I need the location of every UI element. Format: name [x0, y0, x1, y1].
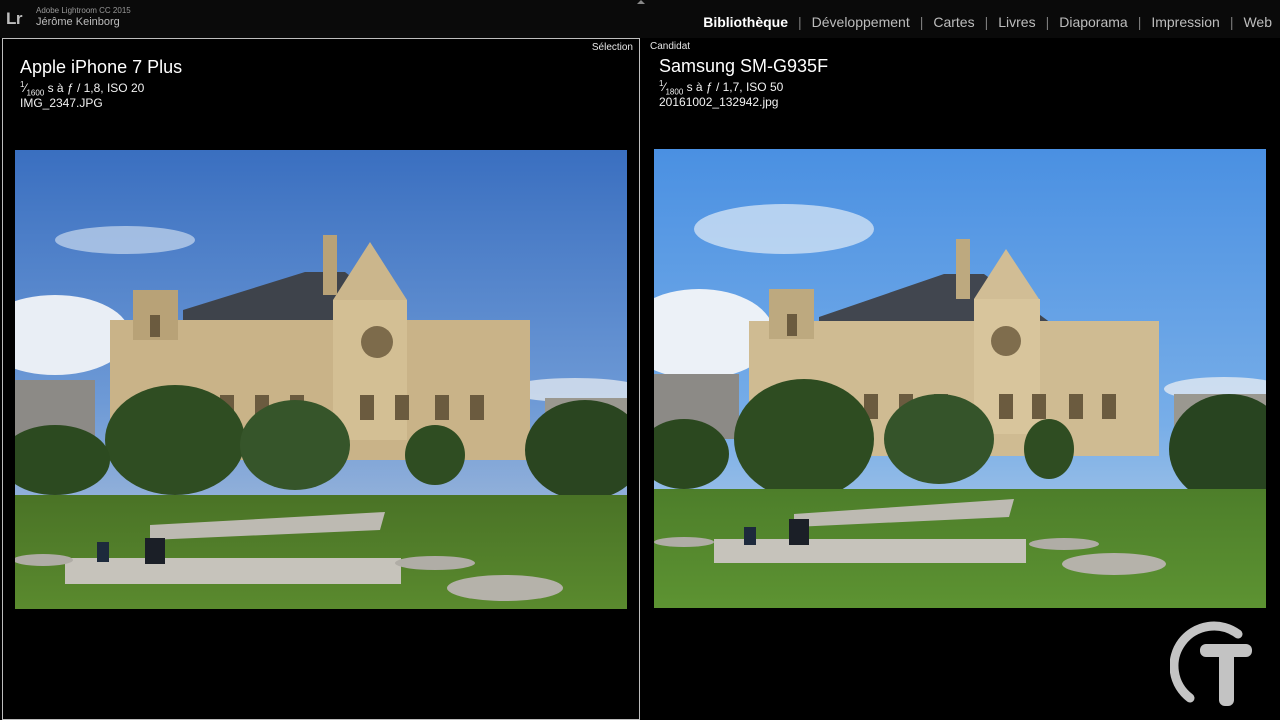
cathedral-photo: [654, 149, 1266, 608]
module-livres[interactable]: Livres: [988, 14, 1045, 30]
shutter-numerator: 1: [20, 80, 25, 89]
triangle-up-icon[interactable]: [637, 0, 645, 4]
exposure-info: 1⁄1800 s à ƒ / 1,7, ISO 50: [659, 79, 784, 97]
module-cartes[interactable]: Cartes: [923, 14, 984, 30]
candidate-label: Candidat: [650, 41, 691, 52]
t-logo-watermark: [1169, 620, 1258, 708]
candidate-panel[interactable]: Candidat Samsung SM-G935F 1⁄1800 s à ƒ /…: [641, 38, 1280, 720]
selection-panel[interactable]: Sélection Apple iPhone 7 Plus 1⁄1600 s à…: [2, 38, 640, 720]
module-bibliotheque[interactable]: Bibliothèque: [693, 14, 798, 30]
app-title: Adobe Lightroom CC 2015: [36, 6, 131, 15]
selection-photo[interactable]: [15, 150, 627, 609]
user-name: Jérôme Keinborg: [36, 16, 120, 28]
camera-model: Samsung SM-G935F: [659, 56, 829, 76]
module-impression[interactable]: Impression: [1141, 14, 1229, 30]
camera-model: Apple iPhone 7 Plus: [20, 57, 183, 77]
exposure-details: s à ƒ / 1,8, ISO 20: [44, 81, 145, 95]
lightroom-logo: Lr: [6, 9, 23, 28]
file-name: IMG_2347.JPG: [20, 96, 103, 110]
selection-label: Sélection: [591, 42, 633, 53]
exposure-info: 1⁄1600 s à ƒ / 1,8, ISO 20: [20, 80, 145, 98]
file-name: 20161002_132942.jpg: [659, 95, 779, 109]
module-web[interactable]: Web: [1233, 14, 1280, 30]
module-developpement[interactable]: Développement: [802, 14, 920, 30]
module-picker: Bibliothèque | Développement | Cartes | …: [693, 14, 1280, 30]
exposure-details: s à ƒ / 1,7, ISO 50: [683, 80, 784, 94]
top-bar: Lr Adobe Lightroom CC 2015 Jérôme Keinbo…: [0, 0, 1280, 38]
module-diaporama[interactable]: Diaporama: [1049, 14, 1137, 30]
cathedral-photo: [15, 150, 627, 609]
candidate-photo[interactable]: [654, 149, 1266, 608]
shutter-numerator: 1: [659, 79, 664, 88]
